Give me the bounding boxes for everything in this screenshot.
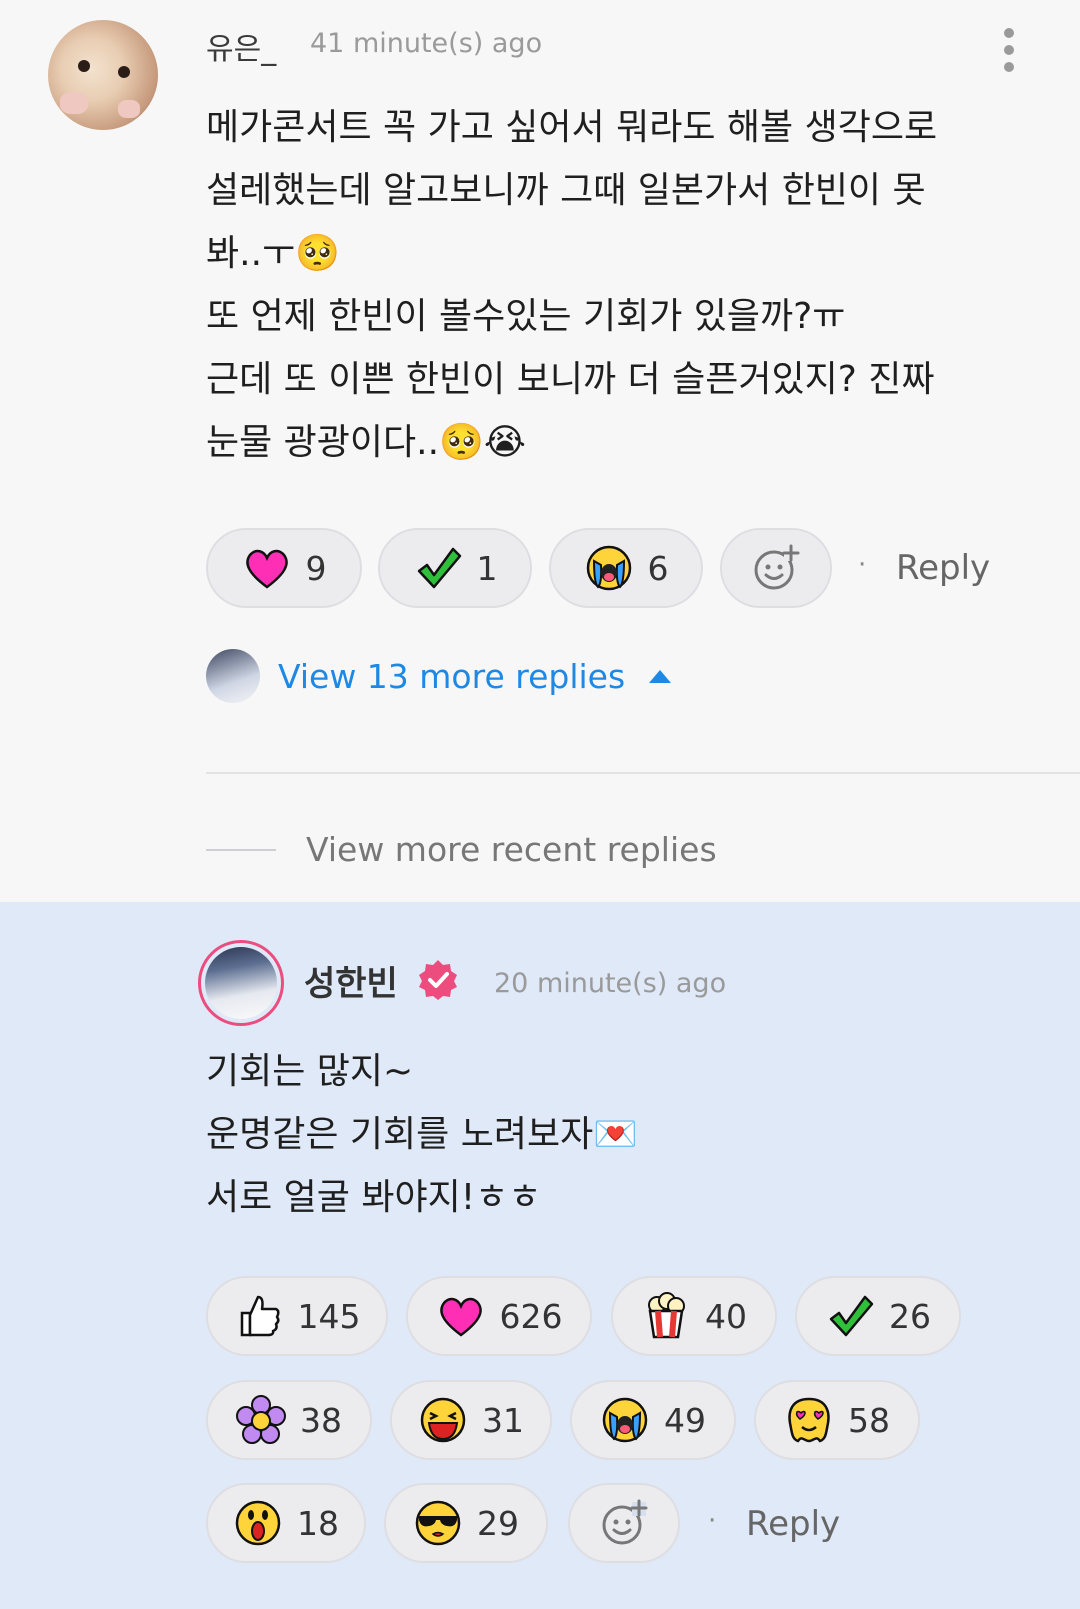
reaction-popcorn[interactable]: 40 bbox=[611, 1276, 777, 1356]
reply-button[interactable]: Reply bbox=[896, 548, 990, 588]
reaction-count: 38 bbox=[300, 1400, 342, 1440]
verified-badge-icon bbox=[419, 960, 457, 1000]
reaction-check[interactable]: 1 bbox=[378, 528, 532, 608]
flower-icon bbox=[236, 1395, 286, 1444]
popcorn-icon bbox=[648, 1292, 685, 1339]
reaction-count: 1 bbox=[476, 548, 498, 588]
commenter-avatar[interactable] bbox=[48, 20, 158, 130]
reaction-laughing[interactable]: 31 bbox=[390, 1380, 552, 1460]
comment-line: 메가콘서트 꼭 가고 싶어서 뭐라도 해볼 생각으로 bbox=[206, 107, 938, 148]
comment-line: 눈물 광광이다..🥺😭 bbox=[206, 422, 526, 463]
comment-body: 메가콘서트 꼭 가고 싶어서 뭐라도 해볼 생각으로 설레했는데 알고보니까 그… bbox=[206, 96, 937, 474]
reaction-sunglasses[interactable]: 29 bbox=[384, 1483, 548, 1563]
view-more-replies-button[interactable]: View 13 more replies bbox=[206, 648, 672, 704]
comment-line: 근데 또 이쁜 한빈이 보니까 더 슬픈거있지? 진짜 bbox=[206, 359, 935, 400]
reaction-count: 145 bbox=[297, 1296, 361, 1336]
comment-line: 또 언제 한빈이 볼수있는 기회가 있을까?ㅠ bbox=[206, 296, 846, 337]
reaction-crying[interactable]: 49 bbox=[570, 1380, 736, 1460]
reaction-heart[interactable]: 626 bbox=[406, 1276, 592, 1356]
reaction-crying[interactable]: 6 bbox=[549, 528, 703, 608]
heart-eyes-face-icon bbox=[788, 1397, 830, 1443]
reply-line: 운명같은 기회를 노려보자💌 bbox=[206, 1114, 639, 1155]
laughing-face-icon bbox=[420, 1397, 466, 1443]
separator-dot: · bbox=[858, 550, 867, 580]
check-icon bbox=[829, 1295, 874, 1337]
reaction-heart-eyes[interactable]: 58 bbox=[754, 1380, 920, 1460]
reaction-count: 58 bbox=[848, 1400, 890, 1440]
replier-avatar bbox=[206, 649, 260, 703]
artist-avatar[interactable] bbox=[198, 940, 284, 1026]
reaction-count: 29 bbox=[477, 1503, 519, 1543]
reaction-count: 9 bbox=[305, 548, 327, 588]
add-reaction-button[interactable] bbox=[720, 528, 832, 608]
add-reaction-icon bbox=[754, 544, 800, 590]
reaction-count: 49 bbox=[664, 1400, 706, 1440]
add-reaction-button[interactable] bbox=[568, 1483, 680, 1563]
more-options-icon[interactable] bbox=[1002, 28, 1016, 78]
reply-button[interactable]: Reply bbox=[746, 1504, 840, 1544]
reaction-count: 18 bbox=[297, 1503, 339, 1543]
heart-icon bbox=[439, 1297, 482, 1337]
view-more-replies-label: View 13 more replies bbox=[278, 656, 626, 696]
reaction-surprised[interactable]: 18 bbox=[206, 1483, 366, 1563]
view-more-recent-replies-button[interactable]: View more recent replies bbox=[206, 830, 717, 869]
reaction-flower[interactable]: 38 bbox=[206, 1380, 372, 1460]
reply-line: 서로 얼굴 봐야지!ㅎㅎ bbox=[206, 1177, 542, 1218]
surprised-face-icon bbox=[235, 1500, 281, 1546]
reply-timestamp: 20 minute(s) ago bbox=[494, 968, 727, 999]
view-more-recent-replies-label: View more recent replies bbox=[306, 830, 717, 869]
reaction-count: 31 bbox=[482, 1400, 524, 1440]
commenter-username[interactable]: 유은_ bbox=[206, 24, 276, 68]
reaction-count: 26 bbox=[889, 1296, 931, 1336]
add-reaction-icon bbox=[602, 1499, 648, 1545]
comment-timestamp: 41 minute(s) ago bbox=[310, 28, 543, 59]
sunglasses-face-icon bbox=[415, 1500, 461, 1546]
reaction-count: 6 bbox=[647, 548, 669, 588]
divider-line bbox=[206, 848, 276, 851]
divider bbox=[206, 772, 1080, 774]
crying-face-icon bbox=[586, 545, 631, 591]
reply-body: 기회는 많지~ 운명같은 기회를 노려보자💌 서로 얼굴 봐야지!ㅎㅎ bbox=[206, 1040, 638, 1229]
reaction-count: 626 bbox=[499, 1296, 563, 1336]
heart-icon bbox=[245, 549, 288, 589]
artist-username[interactable]: 성한빈 bbox=[304, 956, 398, 1005]
check-icon bbox=[417, 547, 461, 589]
reaction-thumbs-up[interactable]: 145 bbox=[206, 1276, 388, 1356]
comment-line: 봐..ㅜ🥺 bbox=[206, 233, 340, 274]
reaction-heart[interactable]: 9 bbox=[206, 528, 362, 608]
comment-section: 유은_ 41 minute(s) ago 메가콘서트 꼭 가고 싶어서 뭐라도 … bbox=[0, 0, 1080, 902]
crying-face-icon bbox=[602, 1397, 648, 1443]
comment-line: 설레했는데 알고보니까 그때 일본가서 한빈이 못 bbox=[206, 170, 926, 211]
reaction-count: 40 bbox=[705, 1296, 747, 1336]
reply-line: 기회는 많지~ bbox=[206, 1051, 414, 1092]
separator-dot: · bbox=[708, 1506, 717, 1536]
caret-up-icon bbox=[649, 669, 672, 683]
thumbs-up-icon bbox=[240, 1295, 280, 1337]
reaction-check[interactable]: 26 bbox=[795, 1276, 961, 1356]
